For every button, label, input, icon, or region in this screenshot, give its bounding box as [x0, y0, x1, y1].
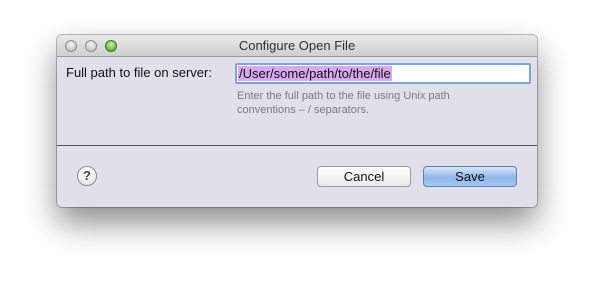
help-button[interactable]: ?	[77, 166, 97, 186]
window-title: Configure Open File	[238, 38, 356, 53]
cancel-button[interactable]: Cancel	[317, 166, 411, 187]
save-button[interactable]: Save	[423, 166, 517, 187]
path-hint-text: Enter the full path to the file using Un…	[237, 90, 450, 116]
configure-open-file-dialog: Configure Open File Full path to file on…	[57, 35, 537, 207]
path-field-label: Full path to file on server:	[66, 65, 212, 80]
dialog-footer: ? Cancel Save	[57, 146, 537, 207]
path-input-value[interactable]: /User/some/path/to/the/file	[238, 66, 392, 81]
form-panel: Full path to file on server: /User/some/…	[57, 57, 537, 146]
title-bar[interactable]: Configure Open File	[57, 35, 537, 57]
